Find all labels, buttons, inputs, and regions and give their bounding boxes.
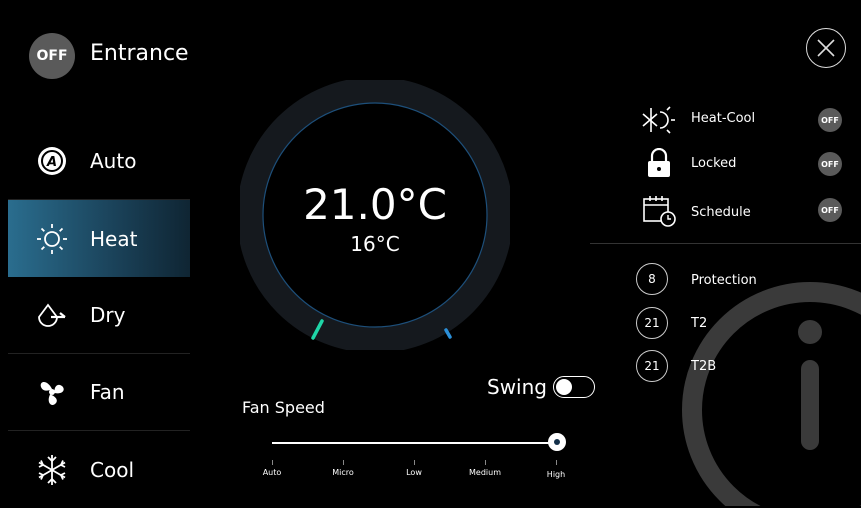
- toggle-knob: [556, 379, 572, 395]
- mode-heat-label: Heat: [90, 226, 138, 251]
- lock-icon: [641, 148, 677, 178]
- tick-mark: [485, 460, 486, 465]
- mode-dry-label: Dry: [90, 303, 126, 327]
- heat-cool-toggle[interactable]: OFF: [818, 108, 842, 132]
- mode-auto[interactable]: A Auto: [8, 123, 190, 200]
- mode-fan[interactable]: Fan: [8, 354, 190, 431]
- t2b-label: T2B: [691, 359, 717, 374]
- fan-icon: [28, 368, 76, 416]
- fan-level-high[interactable]: High: [526, 470, 586, 479]
- fan-speed-label: Fan Speed: [242, 398, 325, 417]
- fan-level-micro[interactable]: Micro: [313, 468, 373, 477]
- snowflake-icon: [28, 446, 76, 494]
- current-temperature: 21.0°C: [303, 180, 447, 229]
- fan-level-auto[interactable]: Auto: [242, 468, 302, 477]
- mode-cool[interactable]: Cool: [8, 431, 190, 508]
- setpoint-temperature: 16°C: [350, 232, 400, 256]
- tick-mark: [556, 460, 557, 465]
- t2b-value: 21: [636, 350, 668, 382]
- power-toggle-button[interactable]: OFF: [29, 33, 75, 79]
- tick-mark: [414, 460, 415, 465]
- section-divider: [590, 243, 861, 244]
- droplet-icon: [28, 291, 76, 339]
- fan-level-low[interactable]: Low: [384, 468, 444, 477]
- t2-value: 21: [636, 307, 668, 339]
- lock-toggle[interactable]: OFF: [818, 152, 842, 176]
- mode-fan-label: Fan: [90, 380, 125, 404]
- mode-auto-label: Auto: [90, 149, 137, 173]
- feature-heat-cool-label: Heat-Cool: [691, 111, 756, 126]
- fan-level-medium[interactable]: Medium: [455, 468, 515, 477]
- mode-dry[interactable]: Dry: [8, 277, 190, 354]
- t2-label: T2: [691, 316, 708, 331]
- fan-speed-slider-track[interactable]: [272, 442, 558, 444]
- calendar-icon: [641, 196, 677, 227]
- mode-heat[interactable]: Heat: [8, 200, 190, 277]
- swing-label: Swing: [487, 375, 547, 399]
- feature-locked-label: Locked: [691, 156, 737, 171]
- close-button[interactable]: [806, 28, 846, 68]
- heat-cool-icon: [641, 105, 677, 135]
- zone-title: Entrance: [90, 41, 189, 66]
- fan-speed-slider-thumb[interactable]: [548, 433, 566, 451]
- svg-text:A: A: [46, 155, 57, 170]
- protection-value: 8: [636, 263, 668, 295]
- swing-toggle[interactable]: [553, 376, 595, 398]
- tick-mark: [343, 460, 344, 465]
- tick-mark: [272, 460, 273, 465]
- info-icon: [682, 282, 861, 506]
- close-icon: [817, 39, 835, 57]
- auto-icon: A: [28, 137, 76, 185]
- mode-cool-label: Cool: [90, 457, 134, 482]
- protection-label: Protection: [691, 273, 757, 288]
- sun-icon: [28, 215, 76, 263]
- feature-schedule-label: Schedule: [691, 205, 751, 220]
- schedule-toggle[interactable]: OFF: [818, 198, 842, 222]
